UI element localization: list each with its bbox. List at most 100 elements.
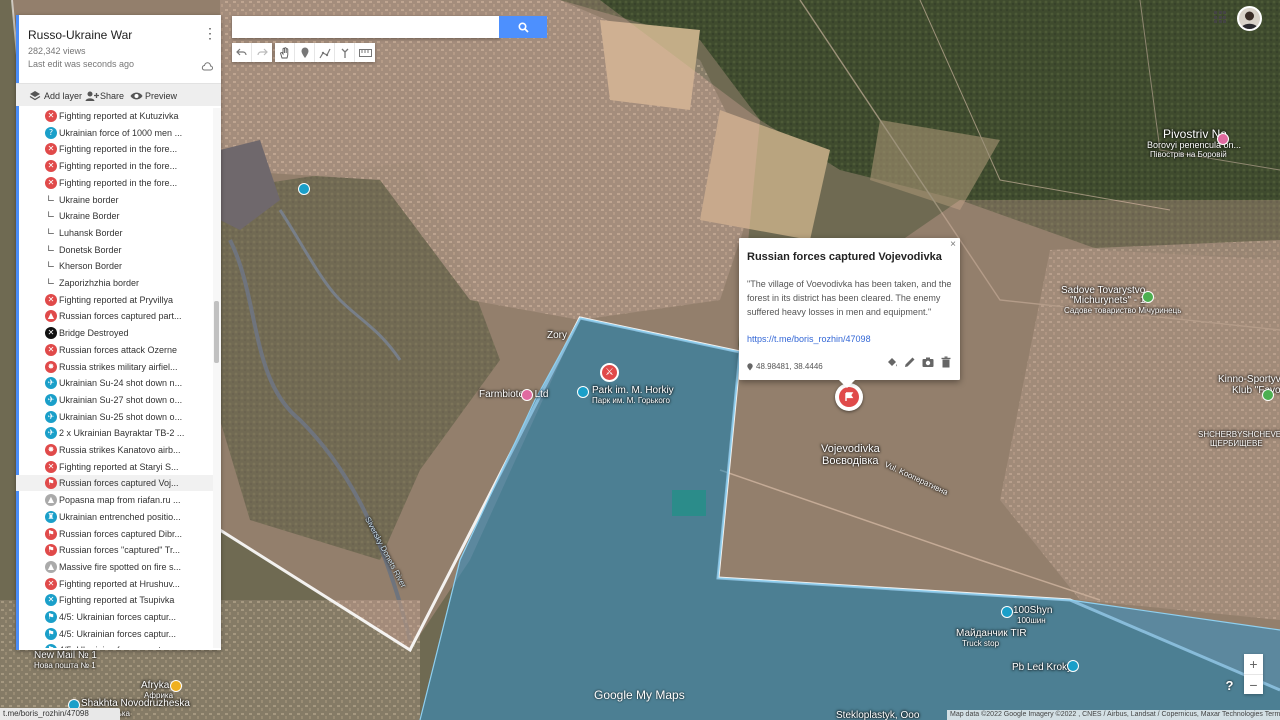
layer-list-item[interactable]: ✈ Ukrainian Su-27 shot down o... bbox=[16, 392, 213, 408]
layer-list-item[interactable]: ✕ Fighting reported at Kutuzivka bbox=[16, 108, 213, 124]
line-icon: ∟ bbox=[46, 260, 56, 272]
layer-list-item[interactable]: ✕ Fighting reported at Hrushuv... bbox=[16, 576, 213, 592]
layer-item-label: Massive fire spotted on fire s... bbox=[59, 561, 182, 572]
layer-item-label: Ukrainian entrenched positio... bbox=[59, 511, 181, 522]
map-label-new-mail-ua: Нова пошта № 1 bbox=[34, 661, 96, 670]
poi-pin-icon[interactable] bbox=[1217, 133, 1229, 145]
add-directions-button[interactable] bbox=[335, 43, 355, 62]
line-icon: ∟ bbox=[46, 210, 56, 222]
draw-line-icon bbox=[318, 48, 331, 58]
popup-source-link[interactable]: https://t.me/boris_rozhin/47098 bbox=[747, 334, 871, 344]
layer-item-label: Fighting reported at Tsupivka bbox=[59, 595, 175, 606]
layers-icon bbox=[29, 90, 41, 102]
layer-list-item[interactable]: ⚑ Russian forces captured Dibr... bbox=[16, 526, 213, 542]
poi-pin-icon[interactable] bbox=[170, 680, 182, 692]
poi-pin-icon[interactable] bbox=[1067, 660, 1079, 672]
layer-item-label: 4/5: Ukrainian forces captur... bbox=[59, 628, 177, 639]
layer-list-item[interactable]: ✕ Fighting reported at Staryi S... bbox=[16, 459, 213, 475]
layer-list-item[interactable]: ∟ Donetsk Border bbox=[16, 242, 213, 258]
layer-list-item[interactable]: ✈ 2 x Ukrainian Bayraktar TB-2 ... bbox=[16, 425, 213, 441]
layer-item-label: Russian forces captured Dibr... bbox=[59, 528, 183, 539]
layer-list-item[interactable]: ∟ Zaporizhzhia border bbox=[16, 275, 213, 291]
edit-pencil-icon[interactable] bbox=[904, 355, 916, 367]
eye-icon bbox=[130, 90, 143, 102]
layer-list-item[interactable]: ▲ Russian forces captured part... bbox=[16, 308, 213, 324]
view-count: 282,342 views bbox=[28, 46, 86, 56]
layer-list-item[interactable]: ✕ Fighting reported in the fore... bbox=[16, 141, 213, 157]
add-marker-button[interactable] bbox=[295, 43, 315, 62]
layer-list-item[interactable]: ▲ Massive fire spotted on fire s... bbox=[16, 559, 213, 575]
undo-icon bbox=[236, 48, 247, 56]
fight-icon: ✕ bbox=[45, 343, 57, 356]
delete-trash-icon[interactable] bbox=[940, 355, 952, 368]
layer-list-item[interactable]: ✈ Ukrainian Su-25 shot down o... bbox=[16, 409, 213, 425]
layer-list-item[interactable]: ∟ Kherson Border bbox=[16, 258, 213, 274]
help-icon[interactable]: ? bbox=[1222, 678, 1237, 693]
layer-list-item[interactable]: ♜ Ukrainian entrenched positio... bbox=[16, 509, 213, 525]
share-button[interactable]: Share bbox=[85, 88, 124, 103]
layer-item-label: Russian forces attack Ozerne bbox=[59, 344, 178, 355]
apps-grid-icon[interactable] bbox=[1214, 11, 1226, 23]
layer-list-item[interactable]: ∟ Luhansk Border bbox=[16, 225, 213, 241]
layers-scrollbar[interactable] bbox=[213, 108, 221, 648]
layer-list-item[interactable]: ⚑ Russian forces "captured" Tr... bbox=[16, 542, 213, 558]
draw-line-button[interactable] bbox=[315, 43, 335, 62]
add-layer-button[interactable]: Add layer bbox=[29, 88, 82, 103]
layer-list-item[interactable]: ✕ Russian forces attack Ozerne bbox=[16, 342, 213, 358]
paint-bucket-icon[interactable] bbox=[886, 355, 898, 367]
layer-list-item[interactable]: ⚑4/5: Ukrainian forces captur... bbox=[16, 626, 213, 642]
layer-list-item[interactable]: ✕ Fighting reported in the fore... bbox=[16, 175, 213, 191]
preview-button[interactable]: Preview bbox=[130, 88, 177, 103]
layer-list-item[interactable]: ✸ Russia strikes military airfiel... bbox=[16, 359, 213, 375]
poi-pin-icon[interactable] bbox=[298, 183, 310, 195]
more-options-icon[interactable]: ⋮ bbox=[203, 25, 217, 41]
layer-list-item[interactable]: ✸ Russia strikes Kanatovo airb... bbox=[16, 442, 213, 458]
search-input[interactable] bbox=[232, 16, 500, 38]
layer-list-item[interactable]: ? Ukrainian force of 1000 men ... bbox=[16, 125, 213, 141]
layer-list-item[interactable]: ✈ Ukrainian Su-24 shot down n... bbox=[16, 375, 213, 391]
map-label-borovyi-ru: Півострів на Боровій bbox=[1150, 150, 1227, 159]
scrollbar-thumb[interactable] bbox=[214, 301, 219, 363]
warning-icon: ▲ bbox=[45, 310, 57, 323]
layer-list-item[interactable]: ∟ Ukraine Border bbox=[16, 208, 213, 224]
plane-icon: ✈ bbox=[45, 377, 57, 390]
zoom-out-button[interactable]: − bbox=[1244, 675, 1263, 695]
map-attribution[interactable]: Map data ©2022 Google Imagery ©2022 , CN… bbox=[947, 710, 1280, 720]
poi-pin-icon[interactable] bbox=[1142, 291, 1154, 303]
redo-button[interactable] bbox=[252, 43, 272, 62]
layer-list-item[interactable]: ⚑4/5: Ukrainian forces captur... bbox=[16, 642, 213, 648]
poi-pin-icon[interactable] bbox=[521, 389, 533, 401]
close-icon[interactable]: × bbox=[950, 239, 956, 250]
map-label-shcherbyshcheve: SHCHERBYSHCHEVE bbox=[1198, 430, 1280, 439]
poi-pin-icon[interactable] bbox=[1262, 389, 1274, 401]
share-label: Share bbox=[100, 90, 125, 101]
undo-button[interactable] bbox=[232, 43, 252, 62]
measure-button[interactable] bbox=[355, 43, 375, 62]
zoom-controls: + − bbox=[1244, 654, 1263, 694]
layer-list-item[interactable]: ✕ Fighting reported at Pryvillya bbox=[16, 292, 213, 308]
avatar[interactable] bbox=[1237, 6, 1262, 31]
plane-icon: ✈ bbox=[45, 410, 57, 423]
poi-pin-icon[interactable] bbox=[1001, 606, 1013, 618]
layer-item-label: Fighting reported in the fore... bbox=[59, 177, 178, 188]
layer-list-item[interactable]: ⚑4/5: Ukrainian forces captur... bbox=[16, 609, 213, 625]
layer-list-item[interactable]: ⚑ Russian forces captured Voj... bbox=[16, 475, 213, 492]
search-button[interactable] bbox=[499, 16, 547, 38]
hand-tool-button[interactable] bbox=[275, 43, 295, 62]
layer-list-item[interactable]: ✕ Bridge Destroyed bbox=[16, 325, 213, 341]
poi-pin-icon[interactable] bbox=[577, 386, 589, 398]
line-icon: ∟ bbox=[46, 243, 56, 255]
layer-list-item[interactable]: ▲ Popasna map from rіafan.ru ... bbox=[16, 492, 213, 508]
layer-list-item[interactable]: ✕ Fighting reported in the fore... bbox=[16, 158, 213, 174]
fight-marker-icon[interactable]: ⚔ bbox=[600, 363, 619, 382]
camera-icon[interactable] bbox=[922, 355, 934, 367]
zoom-in-button[interactable]: + bbox=[1244, 654, 1263, 674]
flag-icon: ⚑ bbox=[45, 544, 57, 557]
layer-item-label: Zaporizhzhia border bbox=[59, 278, 140, 288]
redo-icon bbox=[256, 48, 268, 56]
map-title[interactable]: Russo-Ukraine War bbox=[28, 28, 132, 42]
google-my-maps-logo: Google My Maps bbox=[594, 688, 685, 702]
layer-items-list[interactable]: ✕ Fighting reported at Kutuzivka? Ukrainia… bbox=[16, 108, 213, 648]
layer-list-item[interactable]: ✕ Fighting reported at Tsupivka bbox=[16, 592, 213, 608]
layer-list-item[interactable]: ∟ Ukraine border bbox=[16, 192, 213, 208]
